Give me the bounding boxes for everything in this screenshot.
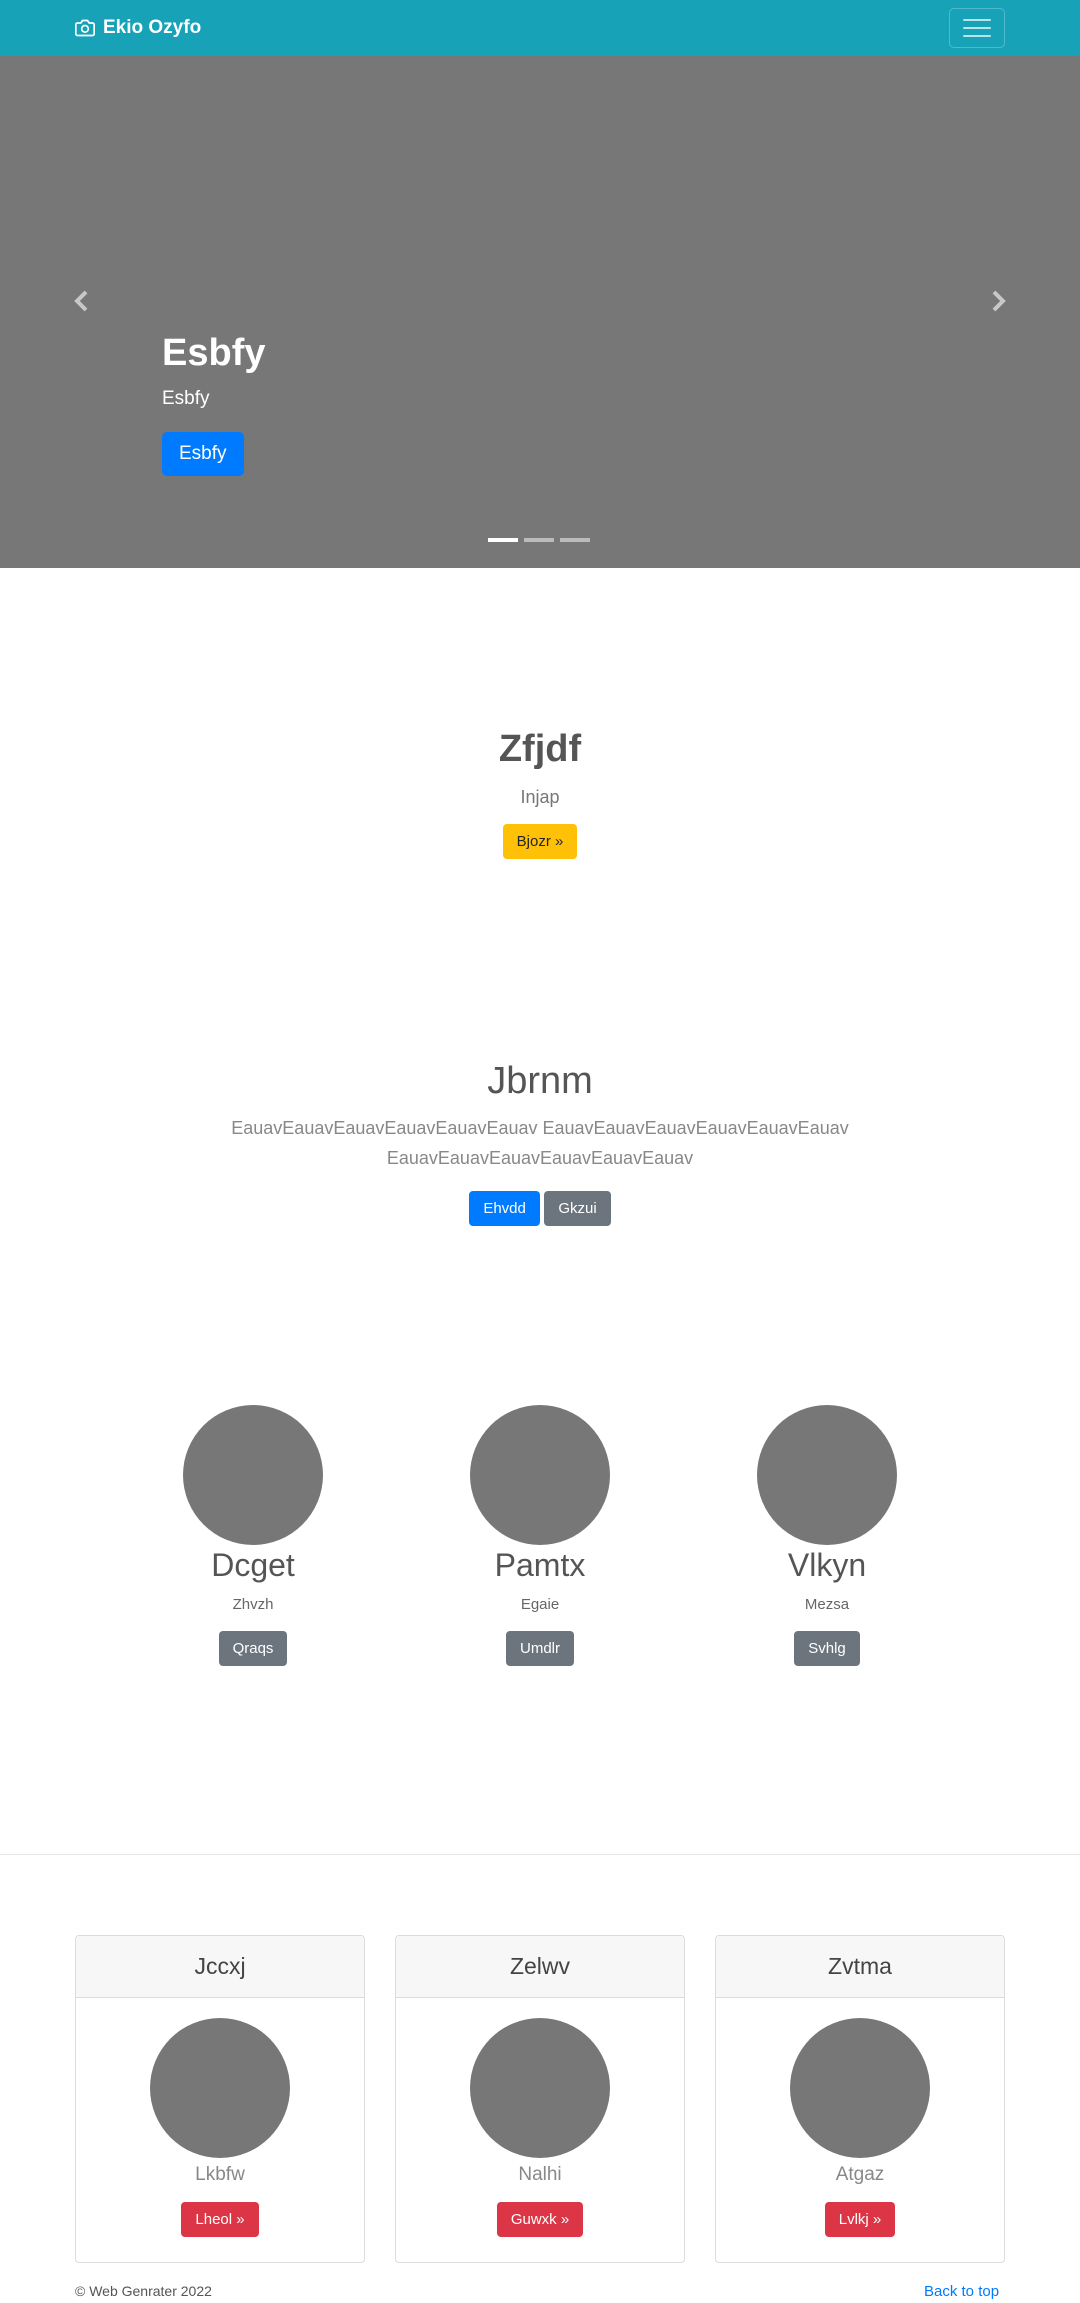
card: Zelwv Nalhi Guwxk »: [395, 1935, 685, 2263]
card-text: Nalhi: [518, 2164, 562, 2185]
placeholder-image: [150, 2018, 290, 2158]
carousel-indicators: [488, 538, 590, 542]
card: Zvtma Atgaz Lvlkj »: [715, 1935, 1005, 2263]
carousel-text: Esbfy: [162, 388, 210, 409]
jumbotron-text: EauavEauavEauavEauavEauavEauav EauavEaua…: [231, 1118, 849, 1168]
placeholder-image: [757, 1405, 897, 1545]
circle-title: Dcget: [211, 1547, 295, 1583]
jumbotron-title: Jbrnm: [487, 1060, 593, 1102]
card-button[interactable]: Lvlkj »: [824, 2202, 896, 2237]
back-to-top-link[interactable]: Back to top: [924, 2283, 999, 2300]
brand-name: Ekio Ozyfo: [103, 17, 202, 38]
carousel-title: Esbfy: [162, 332, 266, 374]
feature-subtitle: Injap: [520, 787, 560, 807]
card-text: Lkbfw: [195, 2164, 245, 2185]
carousel-caption: Esbfy Esbfy Esbfy: [162, 330, 265, 476]
hero-carousel: Esbfy Esbfy Esbfy: [0, 56, 1080, 568]
jumbotron-secondary-button[interactable]: Gkzui: [544, 1191, 611, 1226]
carousel-indicator-1[interactable]: [488, 538, 518, 542]
carousel-next-button[interactable]: [983, 286, 1013, 316]
carousel-indicator-3[interactable]: [560, 538, 590, 542]
carousel-indicator-2[interactable]: [524, 538, 554, 542]
hamburger-icon-line: [963, 19, 991, 21]
hamburger-icon-line: [963, 35, 991, 37]
navbar: Ekio Ozyfo: [0, 0, 1080, 56]
carousel-prev-button[interactable]: [67, 286, 97, 316]
circle-button[interactable]: Umdlr: [506, 1631, 574, 1666]
jumbotron-section: Jbrnm EauavEauavEauavEauavEauavEauav Eau…: [0, 1060, 1080, 1226]
section-divider: [0, 1854, 1080, 1855]
card: Jccxj Lkbfw Lheol »: [75, 1935, 365, 2263]
placeholder-image: [790, 2018, 930, 2158]
card-button[interactable]: Guwxk »: [496, 2202, 584, 2237]
carousel-button[interactable]: Esbfy: [162, 432, 244, 476]
feature-button[interactable]: Bjozr »: [502, 824, 578, 859]
footer-copyright: © Web Genrater 2022: [75, 2283, 212, 2299]
placeholder-image: [183, 1405, 323, 1545]
feature-section: Zfjdf Injap Bjozr »: [0, 728, 1080, 859]
circle-button[interactable]: Svhlg: [794, 1631, 860, 1666]
circle-column: Pamtx Egaie Umdlr: [420, 1405, 660, 1666]
circle-button[interactable]: Qraqs: [218, 1631, 288, 1666]
placeholder-image: [470, 1405, 610, 1545]
circle-column: Vlkyn Mezsa Svhlg: [707, 1405, 947, 1666]
circle-column: Dcget Zhvzh Qraqs: [133, 1405, 373, 1666]
camera-icon: [75, 19, 95, 37]
card-header: Zvtma: [716, 1936, 1004, 1998]
brand-link[interactable]: Ekio Ozyfo: [75, 15, 201, 41]
placeholder-image: [470, 2018, 610, 2158]
circle-subtitle: Egaie: [520, 1596, 560, 1613]
card-header: Jccxj: [76, 1936, 364, 1998]
jumbotron-primary-button[interactable]: Ehvdd: [469, 1191, 540, 1226]
circle-subtitle: Mezsa: [804, 1596, 850, 1613]
chevron-right-icon: [992, 290, 1006, 312]
navbar-toggler-button[interactable]: [949, 8, 1005, 48]
hamburger-icon-line: [963, 27, 991, 29]
circle-subtitle: Zhvzh: [232, 1596, 274, 1613]
card-button[interactable]: Lheol »: [181, 2202, 259, 2237]
chevron-left-icon: [74, 290, 88, 312]
card-text: Atgaz: [835, 2164, 885, 2185]
circle-title: Pamtx: [494, 1547, 586, 1583]
circle-title: Vlkyn: [787, 1547, 867, 1583]
card-header: Zelwv: [396, 1936, 684, 1998]
feature-title: Zfjdf: [498, 728, 582, 770]
